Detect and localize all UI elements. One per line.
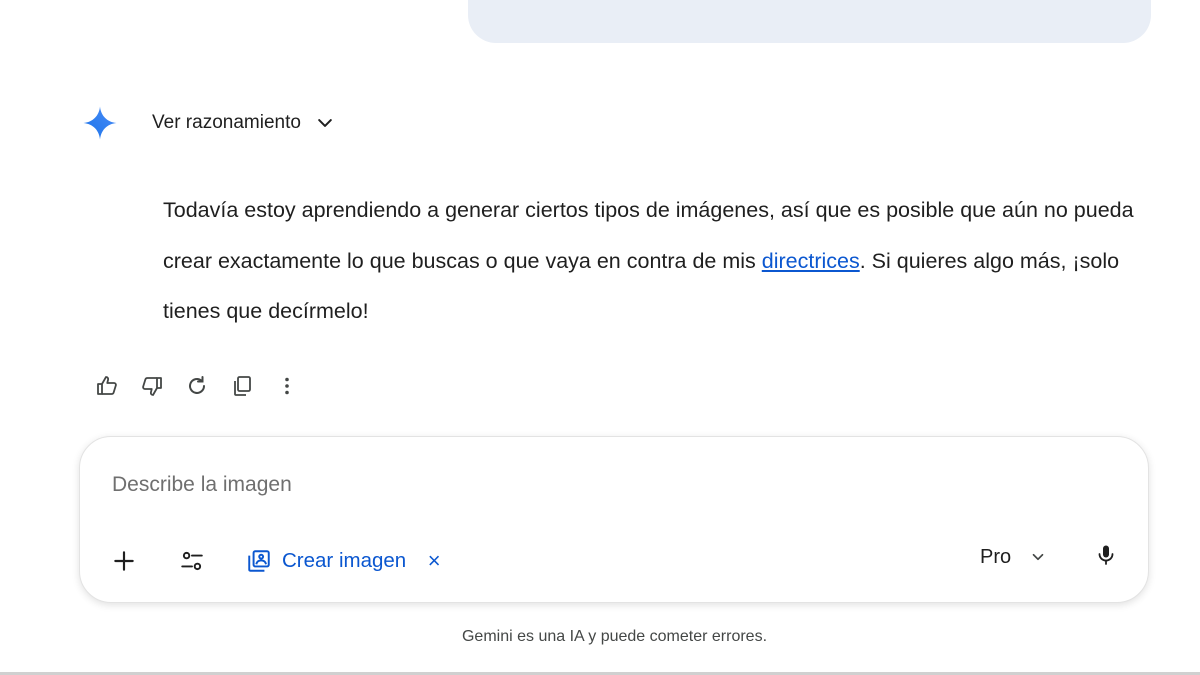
more-vert-icon xyxy=(284,377,289,395)
add-attachment-button[interactable] xyxy=(104,541,144,581)
thumb-down-button[interactable] xyxy=(133,368,170,404)
create-image-chip[interactable]: Crear imagen × xyxy=(240,540,454,582)
guidelines-link[interactable]: directrices xyxy=(762,249,860,273)
copy-button[interactable] xyxy=(223,368,260,404)
model-response-text: Todavía estoy aprendiendo a generar cier… xyxy=(163,185,1153,337)
show-reasoning-toggle[interactable]: Ver razonamiento xyxy=(140,106,347,140)
tools-sliders-icon xyxy=(181,551,203,571)
show-reasoning-label: Ver razonamiento xyxy=(152,112,301,133)
model-label: Pro xyxy=(980,545,1012,568)
plus-icon xyxy=(114,551,134,571)
create-image-label: Crear imagen xyxy=(282,549,407,572)
thumb-up-button[interactable] xyxy=(88,368,125,404)
copy-icon xyxy=(233,376,251,396)
thumb-down-icon xyxy=(141,377,162,396)
prompt-input[interactable] xyxy=(112,467,1012,503)
microphone-icon xyxy=(1098,545,1114,565)
chevron-down-icon xyxy=(1032,553,1044,561)
response-actions xyxy=(88,368,305,404)
regenerate-icon xyxy=(188,376,205,394)
disclaimer-text: Gemini es una IA y puede cometer errores… xyxy=(461,628,768,645)
microphone-button[interactable] xyxy=(1086,535,1126,575)
tools-button[interactable] xyxy=(172,541,212,581)
image-gallery-icon xyxy=(248,550,270,572)
prompt-composer: Crear imagen × Pro xyxy=(79,436,1149,603)
remove-chip-button[interactable]: × xyxy=(420,547,448,575)
chevron-down-icon xyxy=(318,119,332,127)
gemini-spark-icon xyxy=(83,106,117,140)
regenerate-button[interactable] xyxy=(178,368,215,404)
user-message-bubble xyxy=(468,0,1151,43)
model-selector[interactable]: Pro xyxy=(970,537,1057,577)
more-options-button[interactable] xyxy=(268,368,305,404)
thumb-up-icon xyxy=(96,376,117,395)
